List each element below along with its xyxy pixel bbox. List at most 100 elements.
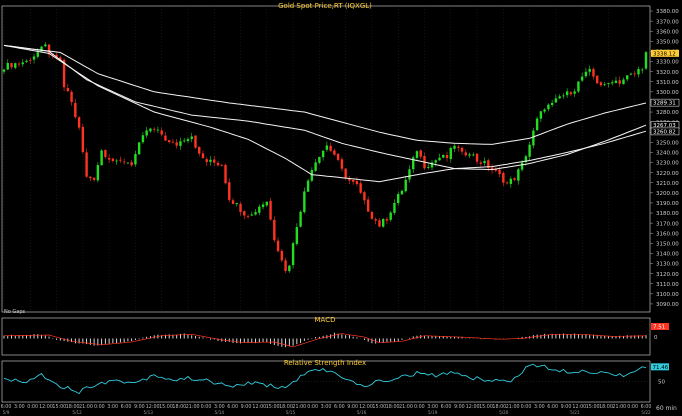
- x-date-label: 5/14: [215, 410, 225, 415]
- candle-body: [333, 150, 336, 155]
- candle-body: [528, 144, 531, 157]
- candle-body: [614, 80, 618, 83]
- candle-body: [644, 52, 648, 69]
- candle-body: [198, 146, 201, 154]
- candle-body: [273, 219, 276, 241]
- candle-body: [250, 214, 253, 216]
- x-tick-label: 15:00: [372, 404, 386, 410]
- candle-body: [21, 62, 24, 65]
- candle-body: [569, 92, 573, 95]
- y-tick-label: 3250.00: [656, 141, 679, 147]
- candle-body: [554, 98, 558, 103]
- y-tick-label: 3170.00: [656, 221, 679, 227]
- candle-body: [592, 68, 595, 77]
- candle-body: [498, 169, 501, 174]
- candle-body: [400, 190, 404, 195]
- macd-zero-label: 0: [654, 335, 658, 341]
- candle-body: [194, 135, 197, 148]
- y-tick-label: 3200.00: [656, 191, 679, 197]
- candle-body: [111, 158, 115, 161]
- candle-body: [70, 91, 73, 103]
- candle-body: [370, 211, 374, 219]
- candle-body: [415, 151, 419, 158]
- candle-body: [314, 162, 317, 171]
- candle-body: [397, 193, 400, 204]
- candle-body: [74, 102, 77, 118]
- y-tick-label: 3360.00: [656, 29, 679, 35]
- candle-body: [472, 154, 475, 156]
- candle-body: [453, 145, 456, 149]
- candle-body: [468, 154, 471, 156]
- y-tick-label: 3280.00: [656, 110, 679, 116]
- x-tick-label: 0:00: [27, 404, 38, 410]
- candle-body: [216, 162, 220, 166]
- y-tick-label: 3320.00: [656, 70, 679, 76]
- candle-body: [246, 216, 250, 217]
- value-label-text: 3260.82: [653, 129, 676, 135]
- price-chart-title: Gold Spot Price,RT (IQXGL): [278, 2, 372, 10]
- candle-body: [502, 173, 505, 183]
- x-date-label: 5/20: [499, 410, 509, 415]
- candle-body: [261, 204, 265, 208]
- candle-body: [201, 153, 205, 159]
- x-tick-label: 21:00: [186, 404, 200, 410]
- candle-body: [607, 82, 610, 84]
- candle-body: [520, 162, 524, 170]
- candle-body: [378, 220, 381, 227]
- candle-body: [137, 142, 141, 155]
- candle-body: [588, 68, 591, 72]
- y-tick-label: 3210.00: [656, 181, 679, 187]
- interval-label: 60 min: [656, 405, 677, 412]
- x-tick-label: 0:00: [521, 404, 532, 410]
- candle-body: [479, 162, 483, 164]
- candle-body: [291, 243, 295, 266]
- x-date-label: 5/13: [144, 410, 154, 415]
- candle-body: [532, 130, 535, 146]
- value-label-text: 3338.12: [653, 51, 676, 57]
- candle-body: [509, 178, 513, 184]
- candle-body: [152, 128, 156, 130]
- x-tick-label: 15:00: [52, 404, 66, 410]
- x-date-label: 5/15: [286, 410, 296, 415]
- candle-body: [517, 169, 520, 181]
- no-gaps-label: No Gaps: [4, 309, 26, 315]
- candle-body: [449, 147, 452, 160]
- x-date-label: 5/16: [357, 410, 367, 415]
- x-tick-label: 3:00: [321, 404, 332, 410]
- candle-body: [130, 162, 133, 166]
- candle-body: [228, 182, 231, 200]
- candle-body: [85, 152, 88, 177]
- candle-body: [385, 219, 389, 221]
- candle-body: [44, 44, 47, 47]
- candle-body: [77, 117, 81, 128]
- candle-body: [393, 202, 396, 213]
- candle-body: [359, 183, 362, 193]
- candle-body: [288, 265, 291, 272]
- candle-body: [445, 155, 449, 159]
- x-tick-label: 12:00: [252, 404, 266, 410]
- candle-body: [562, 95, 565, 97]
- price-chart: 3090.00 3100.00 3110.00 3120.00 3130.00 3140.…: [0, 0, 682, 416]
- x-tick-label: 18:00: [599, 404, 613, 410]
- candle-body: [599, 82, 603, 86]
- candle-body: [258, 206, 261, 213]
- candle-body: [483, 160, 486, 164]
- candle-body: [460, 147, 464, 152]
- y-tick-label: 3370.00: [656, 19, 679, 25]
- candle-body: [622, 79, 625, 85]
- x-date-label: 5/21: [570, 410, 580, 415]
- y-tick-label: 3150.00: [656, 242, 679, 248]
- candle-body: [336, 153, 340, 160]
- candle-body: [595, 75, 599, 84]
- candle-body: [310, 170, 314, 181]
- x-tick-label: 0:00: [627, 404, 638, 410]
- x-tick-label: 6:00: [547, 404, 558, 410]
- candle-body: [119, 159, 122, 161]
- x-tick-label: 0:00: [307, 404, 318, 410]
- candle-body: [535, 118, 539, 131]
- x-tick-label: 9:00: [454, 404, 465, 410]
- y-tick-label: 3130.00: [656, 262, 679, 268]
- x-tick-label: 21:00: [612, 404, 626, 410]
- candle-body: [366, 199, 370, 212]
- candle-body: [626, 75, 629, 80]
